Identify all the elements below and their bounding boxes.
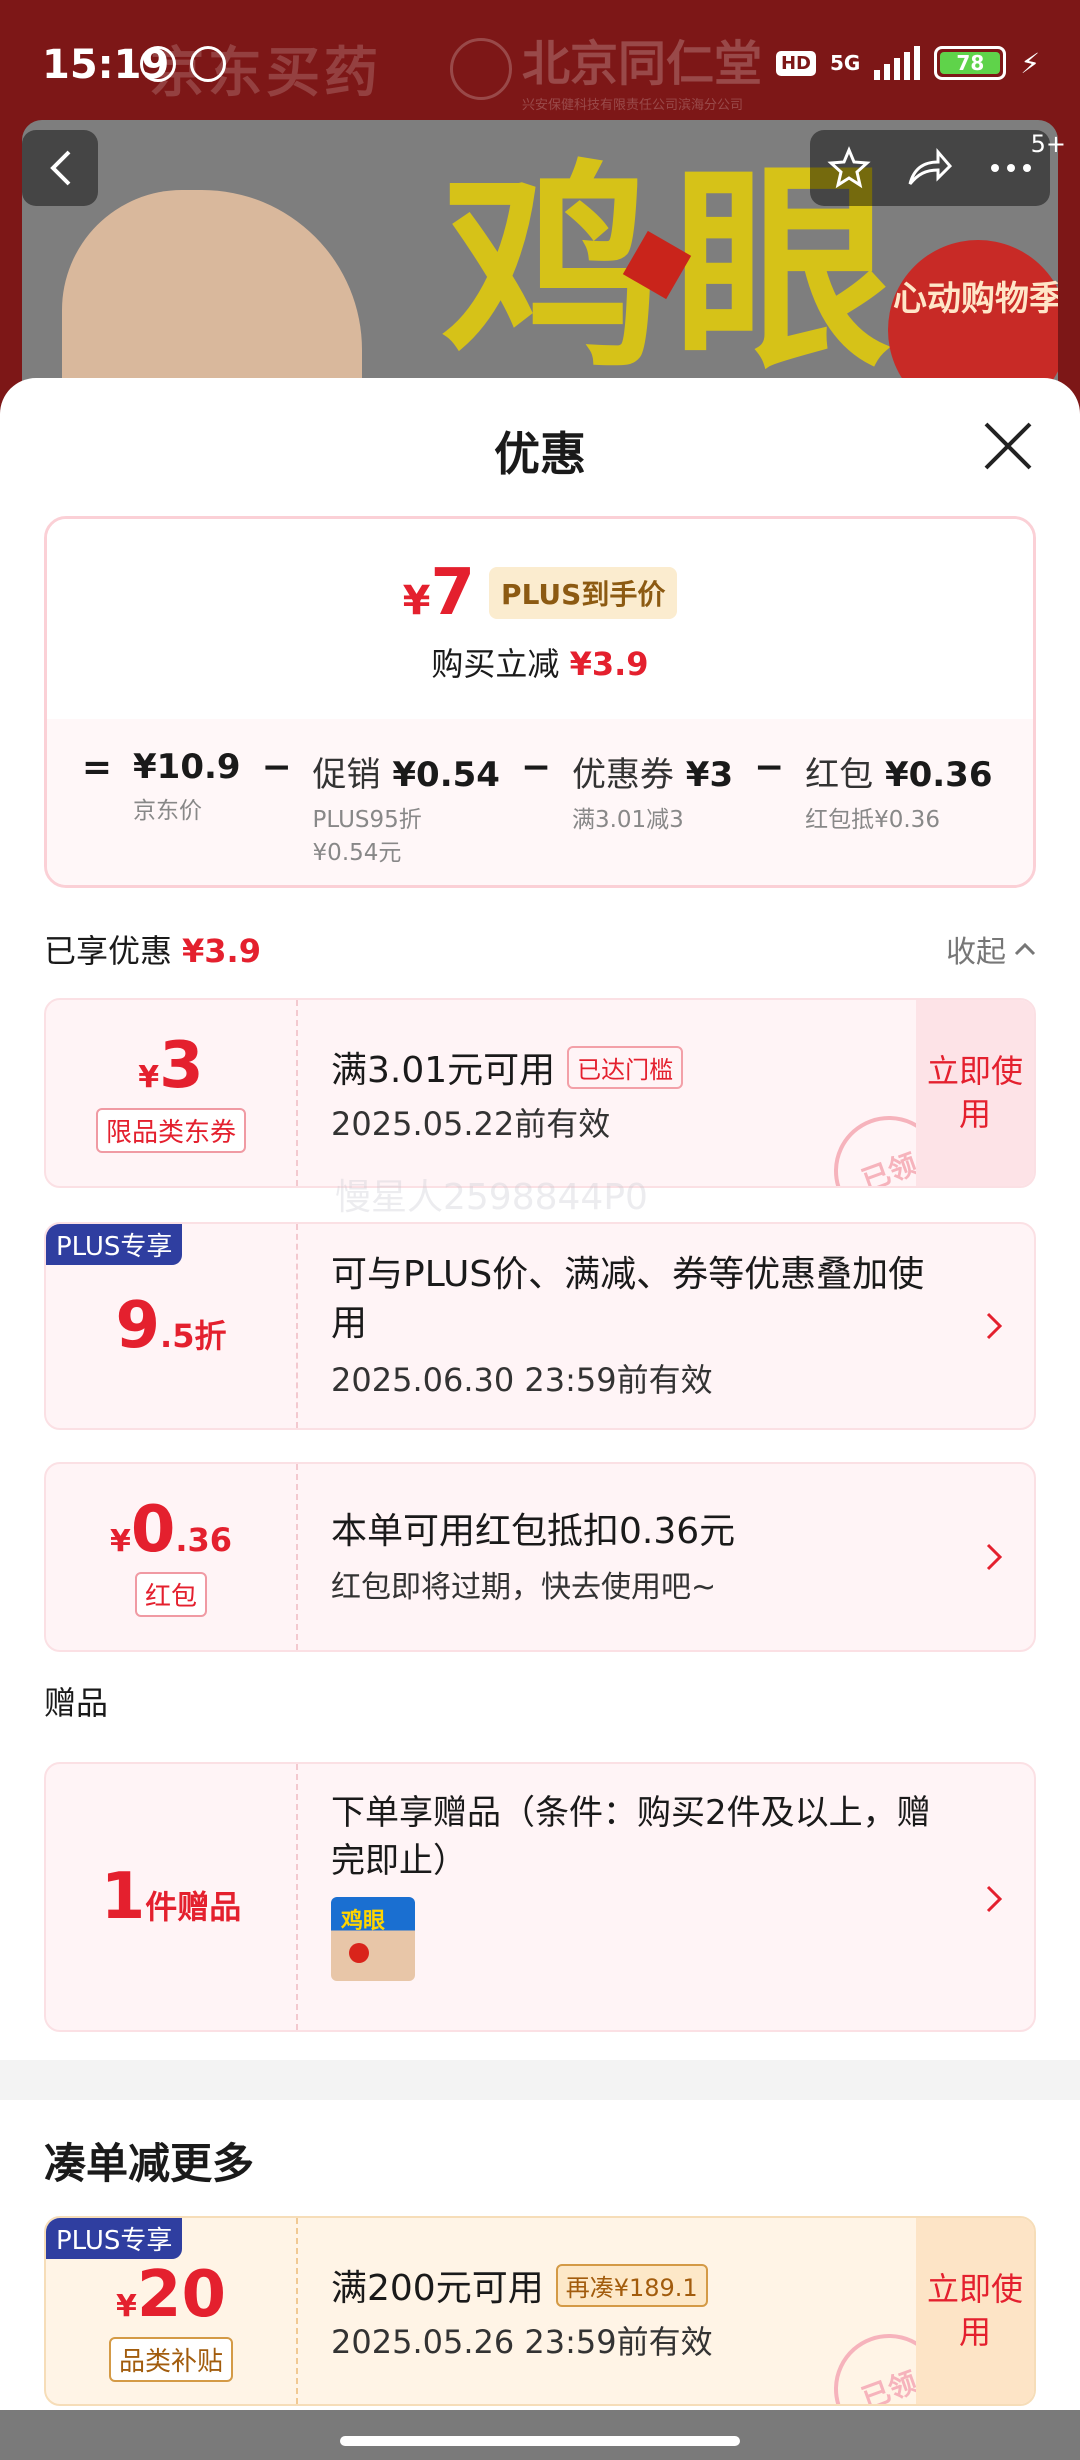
message-badge: 5+ — [1030, 130, 1066, 158]
price-summary-card: ¥7 PLUS到手价 购买立减 ¥3.9 = ¥10.9 京东价 − 促销 ¥0… — [44, 516, 1036, 888]
home-indicator[interactable] — [340, 2436, 740, 2446]
mute-icon — [140, 46, 176, 82]
status-bar: 15:19 HD 5G 78 ⚡ — [0, 0, 1080, 130]
chevron-left-icon — [50, 150, 71, 186]
plus-price-tag: PLUS到手价 — [489, 567, 678, 619]
price-formula: = ¥10.9 京东价 − 促销 ¥0.54 PLUS95折 ¥0.54元 − … — [47, 719, 1033, 885]
coupon-card-jd: ¥3 限品类东券 满3.01元可用 已达门槛 2025.05.22前有效 已领 … — [44, 998, 1036, 1188]
signal-icon — [874, 46, 921, 80]
battery-icon: 78 — [934, 46, 1007, 80]
chevron-right-icon — [986, 1543, 1003, 1571]
red-packet-card[interactable]: ¥0.36 红包 本单可用红包抵扣0.36元 红包即将过期，快去使用吧~ — [44, 1462, 1036, 1652]
alarm-icon — [190, 46, 226, 82]
coupon-card-plus-discount[interactable]: PLUS专享 9.5折 可与PLUS价、满减、券等优惠叠加使用 2025.06.… — [44, 1222, 1036, 1430]
collapse-button[interactable]: 收起 — [946, 927, 1036, 971]
share-icon[interactable] — [906, 146, 954, 190]
use-now-button[interactable]: 立即使用 — [916, 1000, 1034, 1186]
sheet-title: 优惠 — [494, 427, 586, 481]
close-icon[interactable] — [980, 418, 1036, 474]
coupon-type: 限品类东券 — [95, 1107, 246, 1153]
red-packet-description: 本单可用红包抵扣0.36元 — [331, 1510, 736, 1552]
gift-section-label: 赠品 — [44, 1684, 109, 1722]
more-section-title: 凑单减更多 — [44, 2139, 255, 2188]
red-packet-label: 红包 — [134, 1571, 207, 1617]
gift-card-body[interactable]: 1件赠品 下单享赠品（条件：购买2件及以上，赠完即止） 鸡眼 — [44, 1762, 1036, 2032]
coupon-condition: 满3.01元可用 — [331, 1050, 556, 1091]
reduce-label: 购买立减 — [431, 645, 560, 683]
formula-minus: − — [261, 747, 292, 788]
more-icon[interactable] — [989, 162, 1033, 174]
discount-value: 9.5折 — [115, 1289, 227, 1363]
chevron-right-icon — [986, 1885, 1003, 1913]
chevron-up-icon — [1014, 942, 1036, 956]
formula-promotion: 促销 ¥0.54 PLUS95折 ¥0.54元 — [312, 755, 500, 867]
red-packet-note: 红包即将过期，快去使用吧~ — [331, 1570, 717, 1606]
network-type: 5G — [829, 51, 861, 75]
add-more-tag: 再凑¥189.1 — [555, 2263, 708, 2307]
watermark: 慢星人2598844P0 — [335, 1177, 648, 1218]
formula-minus: − — [520, 747, 552, 788]
section-divider — [0, 2060, 1080, 2100]
formula-coupon: 优惠券 ¥3 满3.01减3 — [571, 755, 734, 833]
charging-icon: ⚡ — [1020, 46, 1040, 80]
chevron-right-icon — [986, 1312, 1003, 1340]
coupon-type: 品类补贴 — [108, 2336, 233, 2382]
reduce-amount: ¥3.9 — [569, 645, 649, 683]
red-packet-value: ¥0.36 — [109, 1492, 233, 1567]
gift-thumbnail: 鸡眼 — [331, 1897, 415, 1982]
coupon-value: ¥3 — [138, 1028, 204, 1103]
final-price: ¥7 — [402, 556, 476, 630]
coupon-card-subsidy: PLUS专享 ¥20 品类补贴 满200元可用 再凑¥189.1 2025.05… — [44, 2216, 1036, 2406]
navigation-bar — [0, 2410, 1080, 2460]
back-button[interactable] — [22, 130, 98, 206]
enjoyed-label: 已享优惠 — [44, 932, 173, 970]
discount-expiry: 2025.06.30 23:59前有效 — [331, 1360, 713, 1399]
formula-equals: = — [81, 747, 113, 788]
gift-description: 下单享赠品（条件：购买2件及以上，赠完即止） — [331, 1793, 931, 1881]
formula-minus: − — [754, 747, 785, 788]
discount-description: 可与PLUS价、满减、券等优惠叠加使用 — [331, 1254, 925, 1344]
enjoyed-amount: ¥3.9 — [182, 932, 261, 970]
formula-jd-price: ¥10.9 京东价 — [133, 747, 241, 824]
threshold-reached-tag: 已达门槛 — [567, 1045, 684, 1089]
battery-level: 78 — [940, 52, 1001, 74]
coupon-condition: 满200元可用 — [331, 2268, 544, 2309]
enjoyed-discount-row: 已享优惠 ¥3.9 收起 — [44, 926, 1036, 972]
star-icon[interactable] — [827, 146, 871, 190]
top-actions — [810, 130, 1050, 206]
use-now-button[interactable]: 立即使用 — [916, 2218, 1034, 2404]
hd-icon: HD — [775, 50, 816, 76]
gift-count: 1件赠品 — [100, 1860, 242, 1934]
formula-red-packet: 红包 ¥0.36 红包抵¥0.36 — [805, 755, 993, 833]
coupon-value: ¥20 — [116, 2257, 226, 2332]
